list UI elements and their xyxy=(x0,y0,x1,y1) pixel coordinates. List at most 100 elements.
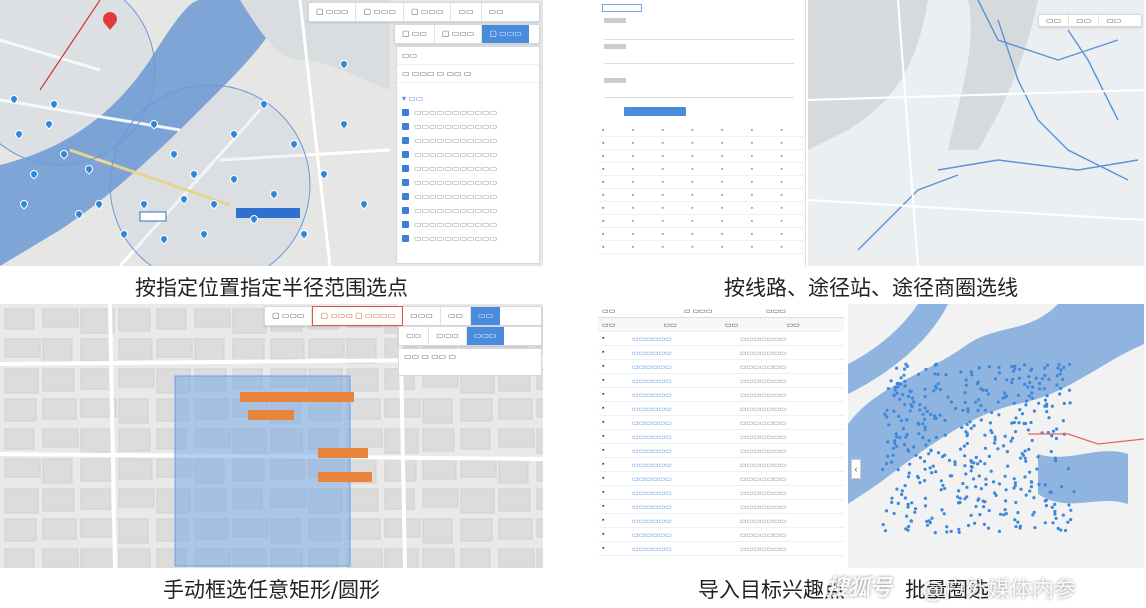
poi-dot xyxy=(949,529,953,533)
building-block xyxy=(80,428,115,454)
poi-dot xyxy=(1068,362,1072,366)
checkbox-icon[interactable] xyxy=(402,192,409,200)
poi-list-item[interactable]: ▭▭▭▭▭▭▭▭▭▭▭ xyxy=(397,133,539,147)
poi-list-item[interactable]: ▭▭▭▭▭▭▭▭▭▭▭ xyxy=(397,217,539,231)
checkbox-icon[interactable] xyxy=(402,178,409,186)
poi-dot xyxy=(962,444,966,448)
building-block xyxy=(118,308,151,332)
poi-dot xyxy=(964,383,968,387)
panel-line-select: ▪ ▪ ▪ ▪ ▪ ▪ ▪ ▪ ▪ ▪ ▪ ▪ ▪ ▪ ▪ ▪ ▪ ▪ ▪ ▪ ▪ ▪ ▪ ▪ ▪ ▪ ▪ ▪ ▪ ▪ ▪ ▪ ▪ ▪ ▪ ▪ ▪ ▪ ▪ ▪… xyxy=(598,0,1144,266)
poi-dot xyxy=(886,454,890,458)
poi-list-item[interactable]: ▭▭▭▭▭▭▭▭▭▭▭ xyxy=(397,119,539,133)
poi-dot xyxy=(961,408,965,412)
poi-dot xyxy=(977,474,981,478)
poi-dot xyxy=(988,421,992,425)
toolbar-btn-2[interactable]: ▢ ▭▭▭ xyxy=(356,3,404,21)
poi-dot xyxy=(993,377,998,381)
poi-dot xyxy=(1024,421,1028,426)
bl-btn-1[interactable]: ▢ ▭▭▭ xyxy=(265,307,313,325)
poi-dot xyxy=(987,392,991,396)
poi-item-placeholder: ▭▭▭▭▭▭▭▭▭▭▭ xyxy=(414,107,498,117)
toolbar-btn-1[interactable]: ▢ ▭▭▭ xyxy=(309,3,357,21)
poi-dot xyxy=(913,507,918,511)
poi-dot xyxy=(907,524,911,529)
poi-dot xyxy=(968,420,972,424)
toolbar-btn-c[interactable]: ▢ ▭▭▭ xyxy=(482,25,529,43)
checkbox-icon[interactable] xyxy=(402,108,409,116)
poi-dot xyxy=(939,388,943,392)
poi-list-item[interactable]: ▭▭▭▭▭▭▭▭▭▭▭ xyxy=(397,203,539,217)
poi-dot xyxy=(1062,365,1066,369)
bl-btn-5[interactable]: ▭▭ xyxy=(470,307,501,325)
poi-list-item[interactable]: ▭▭▭▭▭▭▭▭▭▭▭ xyxy=(397,105,539,119)
bl2-btn-2[interactable]: ▭▭▭ xyxy=(429,327,467,345)
poi-dot xyxy=(923,417,927,421)
bl-btn-3[interactable]: ▭▭▭ xyxy=(403,307,441,325)
checkbox-icon[interactable] xyxy=(402,220,409,228)
collapse-handle[interactable]: ‹ xyxy=(851,459,861,479)
poi-dot xyxy=(1004,499,1008,503)
bl2-btn-3[interactable]: ▭▭▭ xyxy=(466,327,504,345)
poi-dot xyxy=(894,432,898,436)
building-block xyxy=(346,368,379,392)
poi-dot xyxy=(1034,376,1038,380)
poi-dot xyxy=(1069,508,1073,512)
checkbox-icon[interactable] xyxy=(402,164,409,172)
toolbar-btn-b[interactable]: ▢ ▭▭▭ xyxy=(435,25,483,43)
bl-btn-4[interactable]: ▭▭ xyxy=(441,307,471,325)
poi-dot xyxy=(1013,518,1017,522)
toolbar-btn-5[interactable]: ▭▭ xyxy=(482,3,511,21)
toolbar-btn-4[interactable]: ▭▭ xyxy=(451,3,482,21)
poi-dot xyxy=(943,418,947,422)
search-row[interactable]: ▭▭ xyxy=(397,47,539,65)
map-lines[interactable] xyxy=(598,0,1144,266)
poi-dot xyxy=(912,400,916,404)
poi-dot xyxy=(929,449,933,453)
poi-list-item[interactable]: ▭▭▭▭▭▭▭▭▭▭▭ xyxy=(397,189,539,203)
poi-dot xyxy=(1066,520,1070,524)
poi-dot xyxy=(1019,487,1023,491)
poi-dot xyxy=(965,495,969,499)
checkbox-icon[interactable] xyxy=(402,122,409,130)
bl-btn-range[interactable]: ▢ ▭▭▭ ▢ ▭▭▭▭ xyxy=(312,306,404,326)
toolbar-btn-3[interactable]: ▢ ▭▭▭ xyxy=(404,3,452,21)
poi-dot xyxy=(908,409,912,413)
poi-dot xyxy=(1069,518,1073,522)
poi-dot xyxy=(1032,496,1036,500)
poi-list-item[interactable]: ▭▭▭▭▭▭▭▭▭▭▭ xyxy=(397,147,539,161)
checkbox-icon[interactable] xyxy=(402,136,409,144)
poi-dot xyxy=(904,435,908,439)
poi-dot xyxy=(963,454,967,458)
sohu-watermark: 搜狐号 xyxy=(826,576,893,601)
tr-btn-3[interactable]: ▭▭ xyxy=(1099,12,1128,30)
checkbox-icon[interactable] xyxy=(402,150,409,158)
poi-list-item[interactable]: ▭▭▭▭▭▭▭▭▭▭▭ xyxy=(397,161,539,175)
radius-row[interactable]: ▭ ▭▭▭ ▭ ▭▭ ▭ xyxy=(397,65,539,83)
poi-list-item[interactable]: ▭▭▭▭▭▭▭▭▭▭▭ xyxy=(397,175,539,189)
poi-dot xyxy=(964,430,968,434)
building-block xyxy=(536,488,543,510)
poi-dot xyxy=(923,394,927,399)
poi-list-item[interactable]: ▭▭▭▭▭▭▭▭▭▭▭ xyxy=(397,231,539,245)
group-row[interactable]: ▾ ▭▭ xyxy=(397,91,539,105)
bl-radius-panel: ▭▭ ▭ ▭▭ ▭ xyxy=(398,348,542,376)
map-import[interactable] xyxy=(598,304,1144,568)
bl2-btn-1[interactable]: ▭▭ xyxy=(399,327,430,345)
poi-dot xyxy=(994,493,998,497)
poi-dot xyxy=(1017,376,1022,380)
poi-dot xyxy=(903,379,907,383)
poi-dot xyxy=(908,462,912,466)
poi-dot xyxy=(1028,470,1032,474)
poi-item-placeholder: ▭▭▭▭▭▭▭▭▭▭▭ xyxy=(414,205,498,215)
tr-btn-2[interactable]: ▭▭ xyxy=(1069,11,1100,30)
toolbar-btn-a[interactable]: ▢ ▭▭ xyxy=(395,25,435,43)
poi-dot xyxy=(1009,439,1013,443)
poi-dot xyxy=(1032,409,1036,413)
poi-dot xyxy=(935,386,939,390)
building-block xyxy=(42,458,73,484)
bl-radius-row[interactable]: ▭▭ ▭ ▭▭ ▭ xyxy=(399,349,541,363)
poi-dot xyxy=(1067,388,1072,392)
tr-btn-1[interactable]: ▭▭ xyxy=(1039,11,1070,30)
checkbox-icon[interactable] xyxy=(402,206,409,214)
checkbox-icon[interactable] xyxy=(402,234,409,242)
